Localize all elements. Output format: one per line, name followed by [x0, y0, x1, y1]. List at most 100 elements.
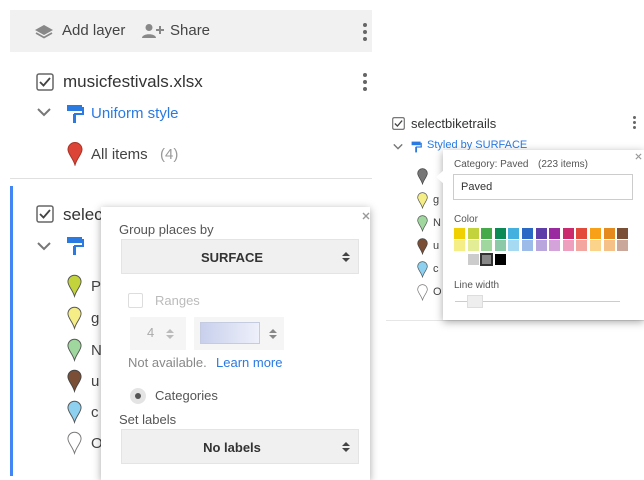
category-label: g	[433, 194, 440, 206]
white-marker-icon	[67, 431, 82, 455]
color-swatch[interactable]	[549, 228, 561, 239]
add-layer-label: Add layer	[62, 22, 126, 39]
group-places-label: Group places by	[119, 222, 214, 237]
add-person-icon	[142, 24, 164, 38]
categories-radio[interactable]	[130, 388, 146, 404]
green-marker-icon	[417, 215, 428, 232]
pale-yellow-marker-icon	[417, 192, 428, 209]
white-marker-icon	[417, 284, 428, 301]
color-swatch[interactable]	[617, 228, 629, 239]
labels-value: No labels	[203, 440, 261, 455]
color-swatch[interactable]	[522, 240, 533, 251]
category-label: N	[433, 217, 441, 229]
group-by-select[interactable]: SURFACE	[121, 239, 359, 274]
category-name-input[interactable]: Paved	[453, 174, 633, 200]
updown-arrows-icon	[342, 442, 350, 452]
layer-menu-icon[interactable]	[633, 116, 637, 130]
group-by-value: SURFACE	[200, 250, 264, 265]
paint-roller-icon[interactable]	[411, 141, 423, 153]
labels-select[interactable]: No labels	[121, 429, 359, 464]
color-swatch[interactable]	[590, 228, 601, 239]
grey-marker-icon	[417, 168, 428, 185]
divider	[10, 178, 372, 179]
paint-roller-icon[interactable]	[66, 236, 86, 256]
color-swatch[interactable]	[603, 228, 615, 239]
light-blue-marker-icon	[417, 261, 428, 278]
category-label: O	[433, 286, 442, 298]
paint-roller-icon[interactable]	[66, 104, 86, 124]
category-style-popup: Category: Paved (223 items) Paved Color …	[443, 150, 644, 320]
color-swatch[interactable]	[480, 253, 494, 266]
gradient-swatch	[200, 322, 260, 344]
ranges-checkbox[interactable]	[128, 293, 143, 308]
color-swatch[interactable]	[481, 240, 493, 251]
category-label: u	[433, 240, 440, 252]
color-swatch[interactable]	[454, 240, 465, 251]
chevron-down-icon[interactable]	[37, 241, 51, 251]
checkbox-checked-icon[interactable]	[36, 205, 54, 223]
green-marker-icon	[67, 338, 82, 362]
categories-label: Categories	[155, 388, 218, 403]
add-layer-button[interactable]: Add layer	[34, 22, 134, 42]
color-swatch[interactable]	[494, 228, 506, 239]
color-swatch[interactable]	[494, 254, 506, 265]
category-label: g	[91, 310, 100, 327]
category-label: c	[433, 263, 439, 275]
updown-arrows-icon	[166, 329, 174, 339]
color-swatch[interactable]	[562, 228, 574, 239]
color-swatch[interactable]	[454, 254, 465, 265]
color-swatch[interactable]	[481, 228, 493, 239]
divider	[386, 320, 644, 321]
color-range-select[interactable]	[194, 317, 284, 350]
brown-marker-icon	[417, 238, 428, 255]
category-heading: Category: Paved	[454, 159, 529, 170]
color-swatch[interactable]	[508, 240, 520, 251]
share-button[interactable]: Share	[141, 22, 221, 42]
close-icon[interactable]	[635, 153, 642, 160]
category-name-value: Paved	[461, 181, 493, 193]
color-swatch[interactable]	[467, 240, 479, 251]
pale-yellow-marker-icon	[67, 306, 82, 330]
color-swatch[interactable]	[603, 240, 615, 251]
group-places-popup: Group places by SURFACE Ranges 4 Not ava…	[101, 207, 370, 480]
popup-pointer	[436, 170, 444, 184]
color-swatch[interactable]	[562, 240, 574, 251]
color-swatch[interactable]	[576, 240, 588, 251]
color-swatch[interactable]	[454, 228, 465, 239]
color-swatch[interactable]	[508, 228, 520, 239]
color-palette	[454, 228, 634, 268]
uniform-style-link[interactable]: Uniform style	[91, 105, 179, 122]
color-swatch[interactable]	[467, 254, 479, 265]
color-label: Color	[454, 214, 478, 225]
color-swatch[interactable]	[549, 240, 561, 251]
line-width-label: Line width	[454, 280, 500, 291]
color-swatch[interactable]	[522, 228, 533, 239]
updown-arrows-icon	[342, 252, 350, 262]
ranges-count-stepper[interactable]: 4	[130, 317, 186, 350]
learn-more-link[interactable]: Learn more	[216, 355, 282, 370]
yellow-green-marker-icon	[67, 274, 82, 298]
layer-title[interactable]: selec	[63, 205, 103, 225]
color-swatch[interactable]	[617, 240, 629, 251]
color-swatch[interactable]	[590, 240, 601, 251]
category-label: u	[91, 373, 100, 390]
layers-icon	[35, 25, 53, 39]
chevron-down-icon[interactable]	[37, 107, 51, 117]
layer-menu-icon[interactable]	[362, 72, 368, 92]
category-label: c	[91, 404, 99, 421]
share-label: Share	[170, 22, 211, 39]
color-swatch[interactable]	[467, 228, 479, 239]
chevron-down-icon[interactable]	[393, 143, 403, 150]
color-swatch[interactable]	[576, 228, 588, 239]
color-swatch[interactable]	[535, 228, 547, 239]
close-icon[interactable]	[362, 212, 370, 220]
layer-title[interactable]: selectbiketrails	[411, 116, 496, 131]
color-swatch[interactable]	[494, 240, 506, 251]
red-marker-icon	[67, 142, 83, 166]
toolbar-menu-icon[interactable]	[362, 22, 368, 42]
layer-title[interactable]: musicfestivals.xlsx	[63, 72, 203, 92]
checkbox-checked-icon[interactable]	[36, 73, 54, 91]
color-swatch[interactable]	[535, 240, 547, 251]
checkbox-checked-icon[interactable]	[392, 117, 405, 130]
line-width-slider-handle[interactable]	[467, 295, 483, 308]
